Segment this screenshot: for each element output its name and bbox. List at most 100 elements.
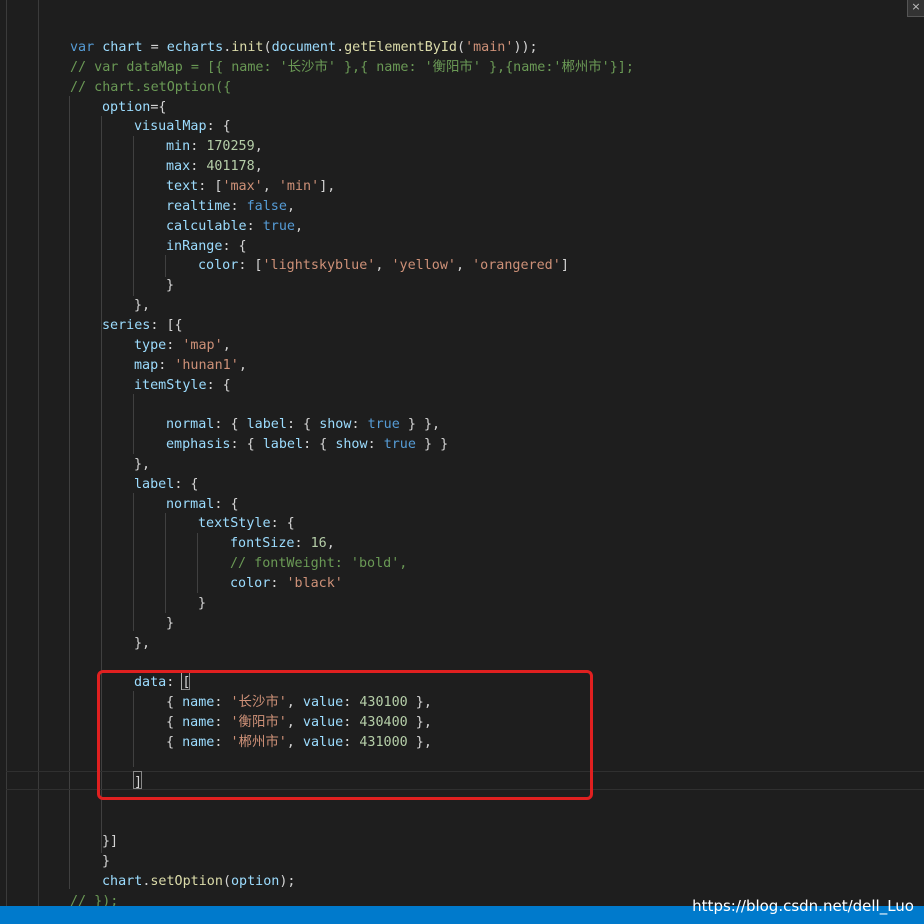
code-token: : bbox=[158, 357, 175, 373]
code-line: inRange: { bbox=[166, 237, 247, 257]
code-line: // var dataMap = [{ name: '长沙市' },{ name… bbox=[70, 58, 634, 78]
code-token: , bbox=[326, 536, 335, 552]
code-token: fontSize bbox=[230, 536, 295, 552]
code-token: // fontWeight: 'bold', bbox=[230, 556, 408, 572]
code-token: ( bbox=[222, 873, 231, 889]
code-token: 'orangered' bbox=[472, 258, 561, 274]
code-token: visualMap bbox=[134, 119, 207, 135]
code-token: series bbox=[102, 317, 151, 333]
code-token: : bbox=[294, 536, 311, 552]
code-token: ={ bbox=[150, 99, 167, 115]
code-token: : { bbox=[214, 496, 239, 512]
code-token: ( bbox=[263, 40, 272, 55]
code-line: normal: { bbox=[166, 495, 239, 515]
code-token: color bbox=[198, 258, 239, 274]
code-token: setOption bbox=[150, 873, 223, 889]
code-token: true bbox=[383, 437, 416, 452]
code-token: , bbox=[262, 179, 279, 194]
code-line: normal: { label: { show: true } }, bbox=[166, 415, 440, 435]
code-editor[interactable]: var chart = echarts.init(document.getEle… bbox=[0, 0, 924, 924]
code-line: }, bbox=[134, 634, 150, 654]
code-token: : { bbox=[214, 417, 247, 433]
code-token: } } bbox=[415, 437, 449, 452]
code-token: color bbox=[230, 576, 271, 591]
code-line: } bbox=[166, 614, 174, 634]
code-line: var chart = echarts.init(document.getEle… bbox=[70, 38, 538, 58]
red-highlight-annotation bbox=[97, 670, 593, 800]
code-token: } bbox=[102, 853, 111, 869]
code-token: : [{ bbox=[150, 317, 183, 333]
code-token: : { bbox=[174, 476, 199, 492]
code-token: emphasis bbox=[166, 437, 231, 452]
code-line: } bbox=[198, 594, 206, 614]
code-token: min bbox=[166, 139, 191, 155]
code-line: color: ['lightskyblue', 'yellow', 'orang… bbox=[198, 256, 569, 276]
code-token: option bbox=[231, 873, 280, 889]
code-token: : [ bbox=[238, 258, 263, 274]
code-line: } bbox=[166, 276, 174, 296]
close-icon[interactable]: × bbox=[907, 0, 924, 17]
code-token: : bbox=[270, 576, 287, 591]
code-token: , bbox=[222, 337, 231, 353]
code-token: ( bbox=[457, 40, 466, 55]
code-line: fontSize: 16, bbox=[230, 534, 335, 554]
code-line: map: 'hunan1', bbox=[134, 356, 247, 376]
code-line: // chart.setOption({ bbox=[70, 78, 231, 98]
code-token: : bbox=[351, 417, 368, 433]
code-token: 'hunan1' bbox=[174, 357, 239, 373]
code-line: min: 170259, bbox=[166, 137, 263, 157]
watermark-text: https://blog.csdn.net/dell_Luo bbox=[692, 897, 914, 915]
code-token: , bbox=[375, 258, 392, 274]
code-token: realtime bbox=[166, 198, 231, 214]
code-line: visualMap: { bbox=[134, 117, 231, 137]
code-line: text: ['max', 'min'], bbox=[166, 177, 335, 197]
code-token: false bbox=[246, 198, 287, 214]
code-line: textStyle: { bbox=[198, 514, 295, 534]
indent-guide bbox=[133, 394, 134, 454]
code-token: getElementById bbox=[344, 40, 457, 55]
code-token: itemStyle bbox=[134, 377, 207, 393]
code-token: map bbox=[134, 357, 159, 373]
code-line: realtime: false, bbox=[166, 197, 295, 217]
code-token: normal bbox=[166, 417, 215, 433]
code-token: } bbox=[166, 615, 175, 631]
code-line: }] bbox=[102, 832, 118, 852]
code-token: : { bbox=[230, 437, 263, 452]
code-token: }, bbox=[134, 635, 151, 651]
code-token: text bbox=[166, 179, 199, 194]
code-line: series: [{ bbox=[102, 316, 183, 336]
code-token: option bbox=[102, 99, 151, 115]
indent-guide bbox=[133, 493, 134, 631]
code-token: }] bbox=[102, 834, 119, 849]
code-token: textStyle bbox=[198, 516, 271, 532]
code-token: : { bbox=[206, 119, 231, 135]
indent-guide bbox=[133, 136, 134, 296]
indent-guide bbox=[165, 255, 166, 277]
code-token: , bbox=[286, 198, 295, 214]
code-token: }, bbox=[134, 456, 151, 472]
code-token: true bbox=[367, 417, 400, 433]
code-token: = bbox=[142, 40, 167, 55]
code-token: , bbox=[456, 258, 473, 274]
code-token: 'map' bbox=[182, 337, 223, 353]
code-token: chart bbox=[102, 873, 143, 889]
code-token: : bbox=[246, 218, 263, 234]
code-token: ] bbox=[560, 258, 569, 274]
code-token: label bbox=[246, 417, 287, 433]
code-token: chart bbox=[102, 40, 143, 55]
code-token: inRange bbox=[166, 238, 223, 254]
code-token: 'max' bbox=[222, 179, 263, 194]
code-token: document bbox=[271, 40, 337, 55]
code-token: ], bbox=[319, 179, 336, 194]
code-token: // var dataMap = [{ name: '长沙市' },{ name… bbox=[70, 59, 634, 75]
code-token: show bbox=[319, 417, 352, 433]
indent-guide bbox=[197, 533, 198, 593]
code-token: , bbox=[295, 218, 304, 234]
code-line: max: 401178, bbox=[166, 157, 263, 177]
code-token: : bbox=[367, 437, 384, 452]
code-token: : bbox=[190, 159, 207, 175]
code-line: // fontWeight: 'bold', bbox=[230, 554, 407, 574]
code-token: // chart.setOption({ bbox=[70, 79, 232, 95]
code-token: : bbox=[230, 198, 247, 214]
code-token: 'black' bbox=[286, 576, 343, 591]
